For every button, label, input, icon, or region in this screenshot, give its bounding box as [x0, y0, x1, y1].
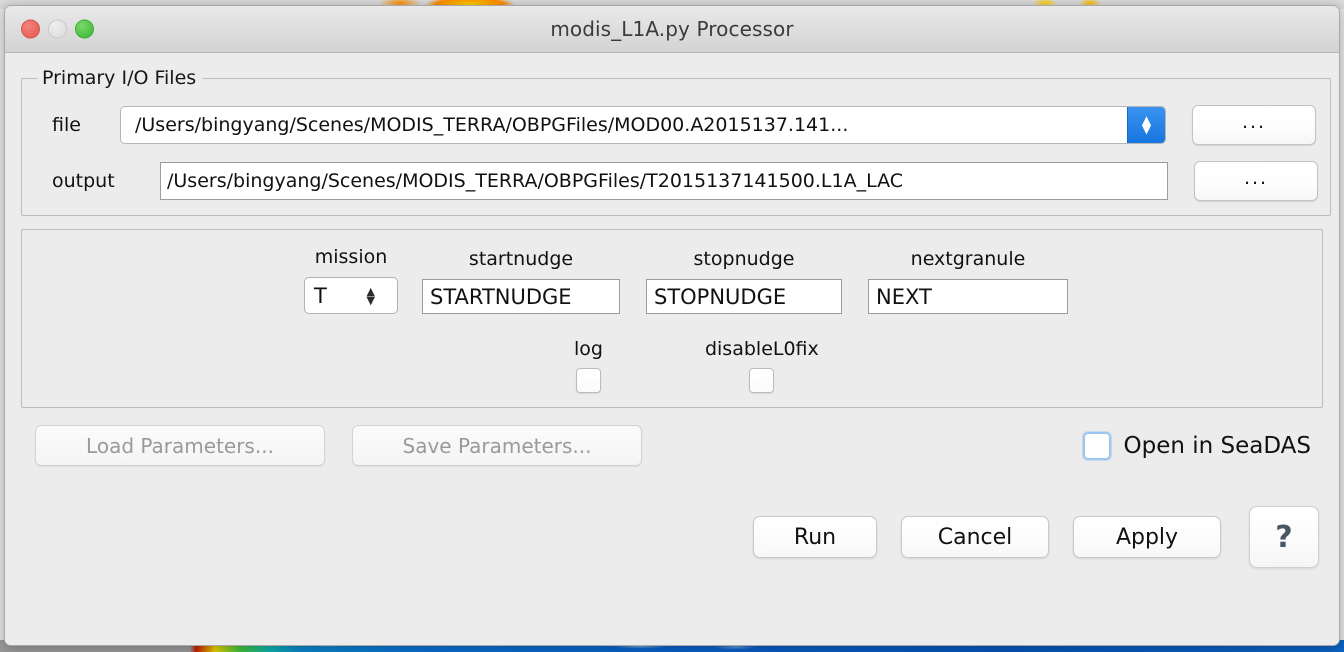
processor-window: modis_L1A.py Processor Primary I/O Files… [4, 5, 1340, 646]
output-browse-button[interactable]: ... [1194, 161, 1318, 201]
mission-value[interactable]: T [305, 284, 327, 308]
nextgranule-label: nextgranule [910, 248, 1026, 270]
minimize-button-icon[interactable] [48, 19, 67, 39]
mission-down-icon[interactable]: ▼ [367, 295, 375, 306]
startnudge-input[interactable]: STARTNUDGE [422, 279, 620, 314]
disablel0fix-label: disableL0fix [704, 338, 819, 360]
window-titlebar: modis_L1A.py Processor [5, 6, 1339, 53]
file-combo[interactable]: /Users/bingyang/Scenes/MODIS_TERRA/OBPGF… [120, 106, 1166, 144]
stopnudge-label: stopnudge [693, 248, 795, 270]
open-in-seadas-checkbox[interactable] [1083, 431, 1112, 460]
window-title: modis_L1A.py Processor [550, 17, 794, 41]
parameters-row: mission T ▲ ▼ startnudge STARTNUDGE stop… [34, 246, 1310, 314]
stepper-down-icon[interactable]: ▼ [1142, 123, 1151, 135]
close-button-icon[interactable] [21, 19, 40, 39]
file-row: file /Users/bingyang/Scenes/MODIS_TERRA/… [34, 105, 1318, 145]
parameters-checkbox-row: log disableL0fix [34, 338, 1310, 393]
maximize-button-icon[interactable] [75, 19, 94, 39]
mission-spinner[interactable]: T ▲ ▼ [304, 277, 398, 314]
param-log: log [574, 338, 603, 393]
footer-parameters-row: Load Parameters... Save Parameters... Op… [21, 425, 1323, 466]
parameters-group: mission T ▲ ▼ startnudge STARTNUDGE stop… [21, 229, 1323, 408]
window-content: Primary I/O Files file /Users/bingyang/S… [5, 53, 1339, 645]
file-input[interactable]: /Users/bingyang/Scenes/MODIS_TERRA/OBPGF… [121, 107, 1127, 143]
output-row: output /Users/bingyang/Scenes/MODIS_TERR… [34, 161, 1318, 201]
primary-io-files-legend: Primary I/O Files [42, 67, 197, 89]
mission-label: mission [314, 246, 388, 268]
primary-io-files-group: Primary I/O Files file /Users/bingyang/S… [21, 67, 1331, 216]
file-stepper[interactable]: ▲ ▼ [1127, 107, 1165, 143]
nextgranule-input[interactable]: NEXT [868, 279, 1068, 314]
mission-spinner-arrows-icon[interactable]: ▲ ▼ [367, 286, 375, 306]
load-parameters-button[interactable]: Load Parameters... [35, 425, 325, 466]
open-in-seadas-group[interactable]: Open in SeaDAS [1083, 431, 1317, 460]
output-label: output [52, 170, 115, 192]
param-disablel0fix: disableL0fix [705, 338, 819, 393]
help-button[interactable]: ? [1249, 506, 1319, 568]
cancel-button[interactable]: Cancel [901, 516, 1049, 558]
param-stopnudge: stopnudge STOPNUDGE [646, 248, 842, 314]
param-mission: mission T ▲ ▼ [304, 246, 398, 314]
param-startnudge: startnudge STARTNUDGE [422, 248, 620, 314]
startnudge-label: startnudge [468, 248, 574, 270]
save-parameters-button[interactable]: Save Parameters... [352, 425, 642, 466]
footer-action-row: Run Cancel Apply ? [21, 506, 1323, 568]
file-browse-button[interactable]: ... [1192, 105, 1316, 145]
disablel0fix-checkbox[interactable] [749, 368, 775, 393]
param-nextgranule: nextgranule NEXT [868, 248, 1068, 314]
window-controls [21, 19, 94, 39]
file-label: file [52, 114, 81, 136]
log-checkbox[interactable] [575, 368, 601, 393]
stopnudge-input[interactable]: STOPNUDGE [646, 279, 842, 314]
apply-button[interactable]: Apply [1073, 516, 1221, 558]
run-button[interactable]: Run [753, 516, 877, 558]
log-label: log [574, 338, 603, 360]
open-in-seadas-label: Open in SeaDAS [1123, 432, 1311, 459]
output-input[interactable]: /Users/bingyang/Scenes/MODIS_TERRA/OBPGF… [160, 162, 1168, 200]
